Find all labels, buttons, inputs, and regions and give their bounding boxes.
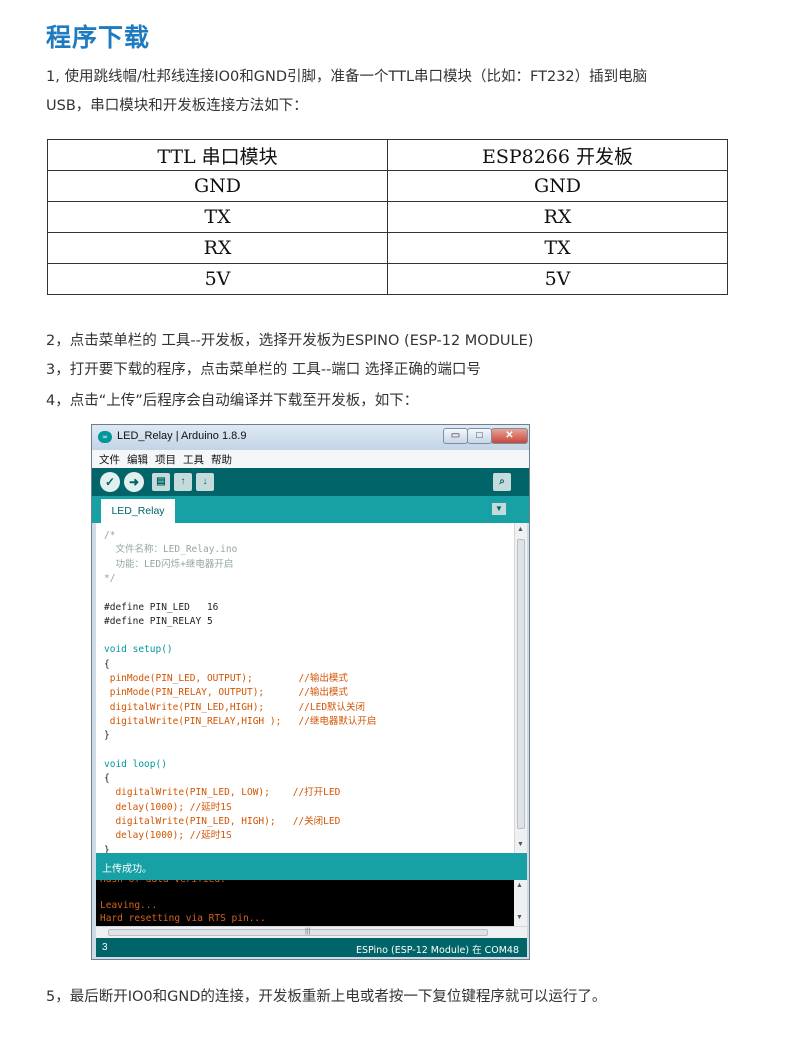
menu-help[interactable]: 帮助: [211, 452, 232, 467]
table-cell: TX: [47, 201, 388, 233]
table-cell: RX: [47, 232, 388, 264]
editor-scrollbar[interactable]: ▲ ▼: [514, 523, 527, 853]
tab-menu-icon[interactable]: ▼: [492, 503, 506, 515]
code-line: void setup(): [104, 644, 173, 656]
code-line: }: [104, 730, 110, 742]
open-icon[interactable]: ↑: [174, 473, 192, 491]
code-line: delay(1000); //延时1S: [104, 801, 232, 813]
code-line: digitalWrite(PIN_LED, HIGH); //关闭LED: [104, 816, 341, 827]
horizontal-scroll-thumb[interactable]: |||: [108, 928, 488, 936]
upload-icon[interactable]: ➜: [124, 472, 144, 492]
arduino-ide-window: ∞ LED_Relay | Arduino 1.8.9 ▭ □ ✕ 文件 编辑 …: [91, 424, 530, 960]
verify-icon[interactable]: ✓: [100, 472, 120, 492]
scroll-up-icon[interactable]: ▲: [517, 526, 524, 533]
console-line: Leaving...: [100, 900, 158, 911]
table-cell: RX: [387, 201, 728, 233]
menu-tools[interactable]: 工具: [183, 452, 204, 467]
code-line: {: [104, 773, 110, 785]
table-cell: 5V: [387, 263, 728, 295]
code-line: digitalWrite(PIN_LED, LOW); //打开LED: [104, 787, 341, 799]
console-line: Hard resetting via RTS pin...: [100, 913, 266, 924]
code-line: digitalWrite(PIN_LED,HIGH); //LED默认关闭: [104, 701, 366, 713]
table-header-row: TTL 串口模块 ESP8266 开发板: [47, 139, 728, 171]
scroll-down-icon[interactable]: ▼: [516, 914, 523, 921]
scroll-down-icon[interactable]: ▼: [517, 841, 524, 848]
table-row: RX TX: [47, 232, 728, 264]
pin-connection-table: TTL 串口模块 ESP8266 开发板 GND GND TX RX RX TX…: [47, 139, 728, 295]
board-port-info: ESPino (ESP-12 Module) 在 COM48: [355, 945, 519, 956]
intro-line-1: 1, 使用跳线帽/杜邦线连接IO0和GND引脚，准备一个TTL串口模块（比如：F…: [46, 69, 648, 85]
code-line: #define PIN_LED 16: [104, 601, 219, 613]
code-line: 文件名称：LED_Relay.ino: [104, 544, 238, 556]
step-4: 4，点击“上传”后程序会自动编译并下载至开发板，如下：: [46, 393, 419, 409]
horizontal-scrollbar[interactable]: |||: [96, 926, 527, 938]
code-line: }: [104, 844, 110, 853]
step-5: 5，最后断开IO0和GND的连接，开发板重新上电或者按一下复位键程序就可以运行了…: [46, 989, 607, 1005]
maximize-button[interactable]: □: [467, 428, 492, 444]
console-output: Hash of data verified. Leaving... Hard res…: [96, 880, 514, 926]
minimize-button[interactable]: ▭: [443, 428, 468, 444]
menu-bar: 文件 编辑 项目 工具 帮助: [92, 450, 529, 468]
window-titlebar[interactable]: ∞ LED_Relay | Arduino 1.8.9 ▭ □ ✕: [92, 425, 529, 450]
close-button[interactable]: ✕: [491, 428, 528, 444]
menu-sketch[interactable]: 项目: [155, 452, 176, 467]
step-3: 3，打开要下载的程序，点击菜单栏的 工具--端口 选择正确的端口号: [46, 362, 481, 378]
menu-file[interactable]: 文件: [99, 452, 120, 467]
table-cell: 5V: [47, 263, 388, 295]
console-scrollbar[interactable]: ▲ ▼: [514, 880, 527, 926]
code-editor[interactable]: /* 文件名称：LED_Relay.ino 功能：LED闪烁+继电器开启 */ #d…: [96, 523, 514, 853]
header-ttl-module: TTL 串口模块: [47, 139, 388, 171]
table-row: GND GND: [47, 170, 728, 202]
code-line: digitalWrite(PIN_RELAY,HIGH ); //继电器默认开启: [104, 715, 377, 727]
step-2: 2，点击菜单栏的 工具--开发板，选择开发板为ESPINO (ESP-12 MO…: [46, 333, 534, 349]
ide-footer: 3 ESPino (ESP-12 Module) 在 COM48: [96, 938, 527, 957]
editor-scroll-thumb[interactable]: [517, 539, 525, 829]
code-line: #define PIN_RELAY 5: [104, 615, 213, 627]
serial-monitor-icon[interactable]: ⌕: [493, 473, 511, 491]
scroll-up-icon[interactable]: ▲: [516, 882, 523, 889]
code-line: delay(1000); //延时1S: [104, 830, 232, 842]
new-icon[interactable]: ▤: [152, 473, 170, 491]
code-line: 功能：LED闪烁+继电器开启: [104, 558, 234, 570]
table-cell: GND: [47, 170, 388, 202]
table-cell: TX: [387, 232, 728, 264]
arduino-logo-icon: ∞: [98, 431, 112, 443]
table-row: 5V 5V: [47, 263, 728, 295]
header-esp8266-board: ESP8266 开发板: [387, 139, 728, 171]
page-title: 程序下载: [46, 23, 151, 52]
grip-icon: |||: [305, 928, 311, 935]
tab-led-relay[interactable]: LED_Relay: [101, 499, 175, 523]
save-icon[interactable]: ↓: [196, 473, 214, 491]
code-line: pinMode(PIN_LED, OUTPUT); //输出模式: [104, 673, 348, 684]
window-title: LED_Relay | Arduino 1.8.9: [117, 430, 247, 442]
code-line: {: [104, 658, 110, 670]
table-cell: GND: [387, 170, 728, 202]
menu-edit[interactable]: 编辑: [127, 452, 148, 467]
line-number: 3: [102, 942, 108, 953]
status-bar: 上传成功。: [96, 853, 527, 880]
console-line: Hash of data verified.: [100, 880, 226, 886]
code-line: pinMode(PIN_RELAY, OUTPUT); //输出模式: [104, 687, 348, 699]
upload-status: 上传成功。: [102, 864, 152, 875]
table-row: TX RX: [47, 201, 728, 233]
intro-line-2: USB，串口模块和开发板连接方法如下：: [46, 98, 308, 114]
tab-bar: LED_Relay ▼: [92, 496, 529, 523]
code-line: void loop(): [104, 758, 167, 770]
code-line: /*: [104, 530, 116, 541]
toolbar: ✓ ➜ ▤ ↑ ↓ ⌕: [92, 468, 529, 496]
code-line: */: [104, 572, 116, 584]
